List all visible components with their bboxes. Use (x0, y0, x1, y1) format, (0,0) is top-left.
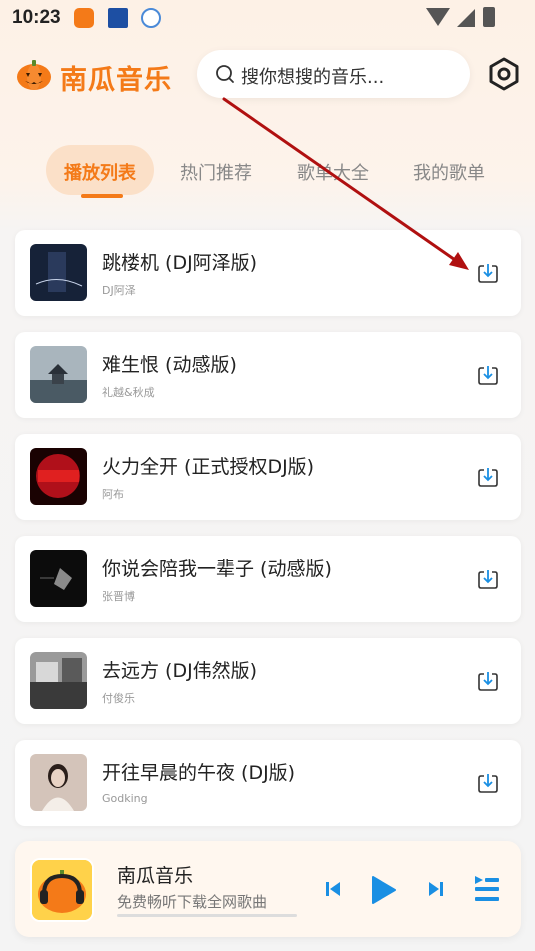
download-icon[interactable] (476, 669, 500, 693)
play-icon[interactable] (369, 875, 397, 905)
song-artist: 付俊乐 (102, 692, 135, 705)
signal-icon (457, 9, 475, 27)
player-title: 南瓜音乐 (117, 865, 194, 887)
tab-playlist[interactable]: 播放列表 (64, 159, 136, 185)
tab-playlist-collection[interactable]: 歌单大全 (297, 159, 369, 185)
player-cover (30, 858, 94, 922)
tab-hot-recommend[interactable]: 热门推荐 (180, 159, 252, 185)
download-icon[interactable] (476, 261, 500, 285)
song-cover (30, 550, 87, 607)
download-icon[interactable] (476, 363, 500, 387)
song-item[interactable]: 难生恨 (动感版) 礼越&秋成 (15, 332, 521, 418)
settings-icon[interactable] (486, 56, 522, 92)
search-bar[interactable]: 搜你想搜的音乐... (197, 50, 470, 98)
song-item[interactable]: 跳楼机 (DJ阿泽版) DJ阿泽 (15, 230, 521, 316)
song-title: 跳楼机 (DJ阿泽版) (102, 252, 258, 274)
pumpkin-logo-icon (17, 60, 51, 90)
song-title: 难生恨 (动感版) (102, 354, 237, 376)
pumpkin-headphones-icon (32, 860, 92, 920)
search-icon (216, 65, 234, 83)
pumpkin-notification-icon (74, 8, 94, 28)
song-artist: 阿布 (102, 488, 124, 501)
song-item[interactable]: 你说会陪我一辈子 (动感版) 张晋博 (15, 536, 521, 622)
next-track-icon[interactable] (427, 880, 445, 898)
download-icon[interactable] (476, 465, 500, 489)
song-artist: 礼越&秋成 (102, 386, 155, 399)
battery-icon (483, 7, 495, 27)
player-subtitle: 免费畅听下载全网歌曲 (117, 893, 268, 911)
tab-my-playlists[interactable]: 我的歌单 (413, 159, 485, 185)
playlist-queue-icon[interactable] (473, 874, 501, 904)
song-item[interactable]: 开往早晨的午夜 (DJ版) Godking (15, 740, 521, 826)
app-title: 南瓜音乐 (60, 65, 172, 96)
bank-notification-icon (108, 8, 128, 28)
playback-progress[interactable] (117, 914, 297, 917)
download-icon[interactable] (476, 771, 500, 795)
song-cover (30, 346, 87, 403)
category-tabs: 播放列表 热门推荐 歌单大全 我的歌单 (0, 145, 535, 205)
wifi-icon (426, 8, 450, 26)
song-title: 开往早晨的午夜 (DJ版) (102, 762, 296, 784)
song-list: 跳楼机 (DJ阿泽版) DJ阿泽 难生恨 (动感版) 礼越&秋成 火力全开 (正… (15, 230, 521, 842)
status-bar: 10:23 (0, 0, 535, 36)
song-title: 去远方 (DJ伟然版) (102, 660, 258, 682)
search-placeholder: 搜你想搜的音乐... (241, 67, 385, 88)
song-cover (30, 244, 87, 301)
song-item[interactable]: 火力全开 (正式授权DJ版) 阿布 (15, 434, 521, 520)
status-time: 10:23 (12, 7, 61, 28)
song-cover (30, 448, 87, 505)
song-artist: DJ阿泽 (102, 284, 136, 297)
active-tab-indicator (81, 194, 123, 198)
song-artist: Godking (102, 792, 148, 805)
song-cover (30, 754, 87, 811)
song-cover (30, 652, 87, 709)
mini-player[interactable]: 南瓜音乐 免费畅听下载全网歌曲 (15, 841, 521, 937)
song-title: 火力全开 (正式授权DJ版) (102, 456, 315, 478)
song-title: 你说会陪我一辈子 (动感版) (102, 558, 332, 580)
download-icon[interactable] (476, 567, 500, 591)
shield-notification-icon (141, 8, 161, 28)
song-artist: 张晋博 (102, 590, 135, 603)
song-item[interactable]: 去远方 (DJ伟然版) 付俊乐 (15, 638, 521, 724)
previous-track-icon[interactable] (324, 880, 342, 898)
